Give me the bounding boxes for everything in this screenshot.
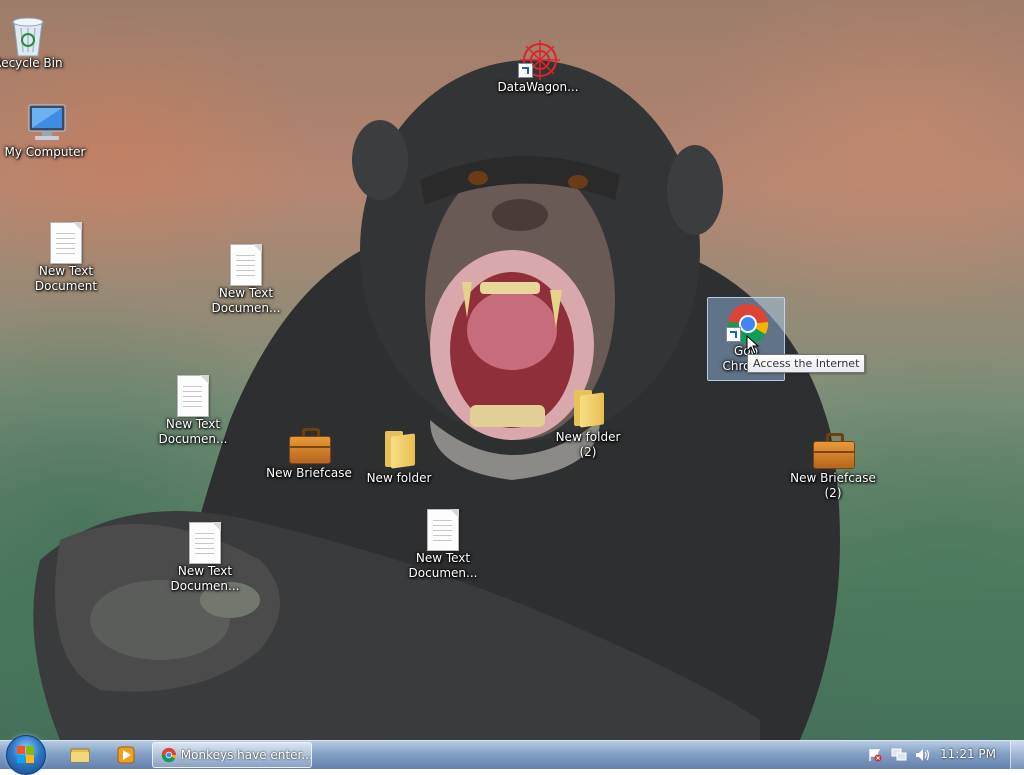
file-explorer-icon bbox=[70, 748, 90, 763]
desktop-icon-text-document-1[interactable]: New Text Document bbox=[16, 222, 116, 294]
taskbar: Monkeys have enter... 11:21 PM bbox=[0, 735, 1024, 775]
network-icon bbox=[891, 748, 907, 761]
my-computer-label: My Computer bbox=[4, 145, 86, 159]
show-desktop-button[interactable] bbox=[1010, 741, 1024, 769]
media-player-icon bbox=[117, 746, 135, 764]
windows-logo-icon bbox=[17, 746, 34, 763]
text-document-5-label: New Text Documen... bbox=[408, 551, 478, 580]
text-document-2-label: New Text Documen... bbox=[211, 286, 281, 315]
folder-icon bbox=[379, 429, 419, 469]
my-computer-icon bbox=[25, 103, 66, 143]
desktop-icon-briefcase-1[interactable]: New Briefcase bbox=[259, 424, 359, 481]
briefcase-icon bbox=[813, 429, 855, 469]
folder-2-label: New folder (2) bbox=[555, 430, 621, 459]
desktop-icon-recycle-bin[interactable]: Recycle Bin bbox=[0, 14, 78, 71]
text-document-1-label: New Text Document bbox=[34, 264, 98, 293]
action-center-flag-icon bbox=[869, 749, 882, 762]
text-document-icon bbox=[173, 375, 213, 417]
desktop-wallpaper bbox=[0, 0, 1024, 740]
taskbar-explorer-button[interactable] bbox=[62, 743, 98, 767]
desktop-icon-folder-2[interactable]: New folder (2) bbox=[538, 388, 638, 460]
briefcase-2-label: New Briefcase (2) bbox=[790, 471, 876, 500]
datawagon-icon bbox=[518, 38, 560, 80]
start-button[interactable] bbox=[6, 735, 46, 775]
tray-action-center[interactable] bbox=[866, 745, 884, 765]
text-document-3-label: New Text Documen... bbox=[158, 417, 228, 446]
taskbar-chrome-window-label: Monkeys have enter... bbox=[180, 748, 311, 762]
shortcut-arrow-icon bbox=[518, 63, 533, 78]
desktop-icon-text-document-5[interactable]: New Text Documen... bbox=[393, 509, 493, 581]
desktop-icon-briefcase-2[interactable]: New Briefcase (2) bbox=[783, 429, 883, 501]
briefcase-1-label: New Briefcase bbox=[266, 466, 352, 480]
folder-1-label: New folder bbox=[366, 471, 432, 485]
desktop-icon-text-document-2[interactable]: New Text Documen... bbox=[196, 244, 296, 316]
desktop-icon-datawagon[interactable]: DataWagon... bbox=[488, 38, 588, 95]
speaker-volume-icon bbox=[916, 749, 930, 761]
chimpanzee-wallpaper-image bbox=[33, 60, 840, 740]
desktop-icon-text-document-3[interactable]: New Text Documen... bbox=[143, 375, 243, 447]
text-document-4-label: New Text Documen... bbox=[170, 564, 240, 593]
text-document-icon bbox=[423, 509, 463, 551]
taskbar-media-player-button[interactable] bbox=[108, 743, 144, 767]
desktop-icon-folder-1[interactable]: New folder bbox=[349, 429, 449, 486]
text-document-icon bbox=[185, 522, 225, 564]
text-document-icon bbox=[226, 244, 266, 286]
folder-icon bbox=[568, 388, 608, 428]
tray-network[interactable] bbox=[890, 745, 908, 765]
recycle-bin-label: Recycle Bin bbox=[0, 56, 63, 70]
shortcut-arrow-icon bbox=[726, 327, 741, 342]
mouse-pointer-icon bbox=[746, 335, 760, 355]
datawagon-label: DataWagon... bbox=[497, 80, 579, 94]
tray-volume[interactable] bbox=[914, 745, 932, 765]
chrome-icon bbox=[161, 747, 177, 763]
desktop-icon-my-computer[interactable]: My Computer bbox=[0, 103, 95, 160]
desktop-icon-text-document-4[interactable]: New Text Documen... bbox=[155, 522, 255, 594]
text-document-icon bbox=[46, 222, 86, 264]
briefcase-icon bbox=[289, 424, 331, 464]
chrome-tooltip: Access the Internet bbox=[747, 354, 866, 373]
recycle-bin-icon bbox=[8, 14, 48, 57]
taskbar-chrome-window[interactable]: Monkeys have enter... bbox=[152, 742, 312, 768]
taskbar-clock[interactable]: 11:21 PM bbox=[940, 747, 996, 761]
